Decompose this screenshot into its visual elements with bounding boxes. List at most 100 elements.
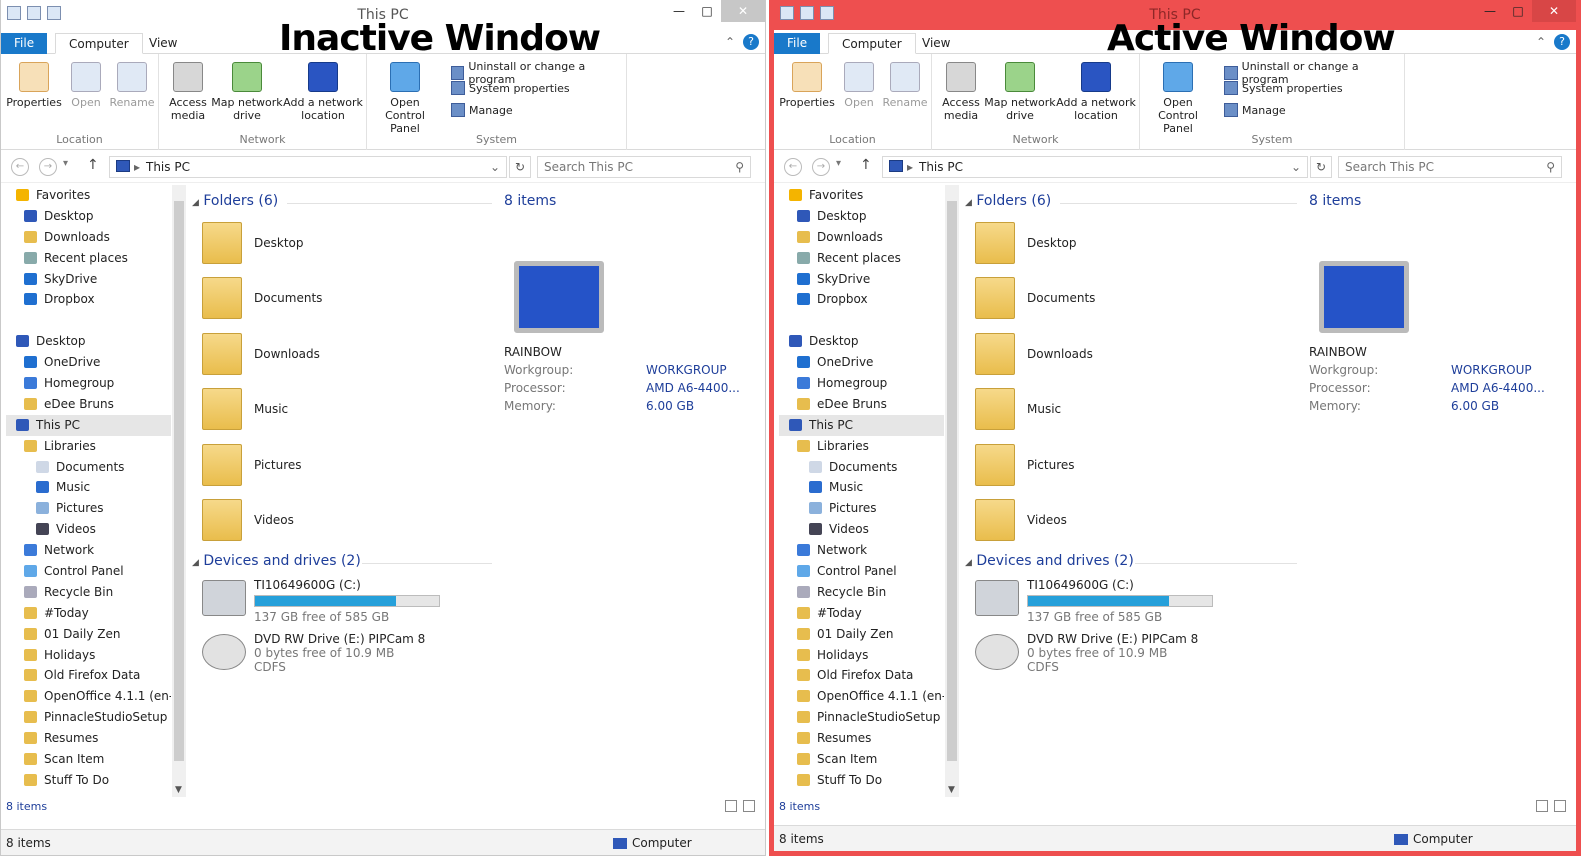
folders-section-header[interactable]: ◢ Folders (6)	[192, 193, 492, 209]
add-network-location-button[interactable]: Add a network location	[1056, 62, 1136, 122]
nav-item[interactable]: Downloads	[779, 227, 944, 248]
access-media-button[interactable]: Access media	[159, 62, 217, 122]
nav-item[interactable]: Old Firefox Data	[779, 665, 944, 686]
nav-item[interactable]: Documents	[6, 457, 171, 478]
open-control-panel-button[interactable]: Open Control Panel	[1142, 62, 1214, 135]
properties-button[interactable]: Properties	[778, 62, 836, 109]
nav-item[interactable]: #Today	[6, 603, 171, 624]
nav-item[interactable]: Recycle Bin	[779, 582, 944, 603]
nav-scrollbar[interactable]: ▼	[172, 185, 186, 797]
nav-item[interactable]: OneDrive	[779, 352, 944, 373]
nav-item[interactable]: SkyDrive	[779, 269, 944, 290]
nav-item[interactable]: Old Firefox Data	[6, 665, 171, 686]
folder-item[interactable]: Pictures	[975, 437, 1075, 492]
nav-item[interactable]: 01 Daily Zen	[779, 624, 944, 645]
navigation-pane[interactable]: Favorites Desktop Downloads Recent place…	[6, 185, 171, 797]
tab-view[interactable]: View	[136, 33, 190, 54]
nav-item[interactable]: SkyDrive	[6, 269, 171, 290]
back-button[interactable]: ←	[784, 158, 802, 176]
refresh-icon[interactable]: ↻	[509, 156, 531, 178]
close-button[interactable]: ✕	[721, 0, 765, 22]
open-control-panel-button[interactable]: Open Control Panel	[369, 62, 441, 135]
nav-item[interactable]: OneDrive	[6, 352, 171, 373]
nav-item[interactable]: Recent places	[6, 248, 171, 269]
details-view-icon[interactable]	[1536, 800, 1548, 812]
search-input[interactable]: Search This PC ⚲	[537, 156, 751, 178]
folder-item[interactable]: Documents	[975, 271, 1095, 326]
folder-item[interactable]: Music	[202, 382, 288, 437]
nav-item[interactable]: OpenOffice 4.1.1 (en-US)	[6, 686, 171, 707]
help-icon[interactable]: ?	[743, 34, 759, 50]
navigation-pane[interactable]: Favorites Desktop Downloads Recent place…	[779, 185, 944, 797]
nav-item[interactable]: Network	[779, 540, 944, 561]
nav-item[interactable]: eDee Bruns	[6, 394, 171, 415]
nav-item[interactable]: PinnacleStudioSetup	[779, 707, 944, 728]
nav-item[interactable]: Dropbox	[779, 289, 944, 310]
collapse-ribbon-icon[interactable]: ⌃	[1536, 35, 1546, 49]
tab-view[interactable]: View	[909, 33, 963, 54]
nav-item[interactable]: Resumes	[6, 728, 171, 749]
nav-item[interactable]: Recent places	[779, 248, 944, 269]
inactive-explorer-window[interactable]: This PC — □ ✕ Inactive Window File Compu…	[0, 0, 766, 856]
search-input[interactable]: Search This PC ⚲	[1338, 156, 1562, 178]
nav-item[interactable]: Scan Item	[6, 749, 171, 770]
nav-item[interactable]: Pictures	[6, 498, 171, 519]
tab-file[interactable]: File	[774, 33, 821, 54]
folder-item[interactable]: Videos	[975, 493, 1067, 548]
scroll-down-icon[interactable]: ▼	[948, 785, 955, 795]
nav-item[interactable]: #Today	[779, 603, 944, 624]
tab-file[interactable]: File	[1, 33, 48, 54]
up-arrow-icon[interactable]: ↑	[87, 157, 99, 173]
nav-item[interactable]: Homegroup	[779, 373, 944, 394]
nav-item[interactable]: Desktop	[779, 331, 944, 352]
manage-button[interactable]: Manage	[451, 103, 513, 117]
nav-item[interactable]: Pictures	[779, 498, 944, 519]
back-button[interactable]: ←	[11, 158, 29, 176]
nav-item[interactable]: Control Panel	[779, 561, 944, 582]
drives-section-header[interactable]: ◢ Devices and drives (2)	[965, 553, 1297, 569]
address-dropdown-icon[interactable]: ⌄	[490, 157, 500, 177]
recent-locations-icon[interactable]: ▾	[63, 158, 68, 169]
system-properties-button[interactable]: System properties	[1224, 81, 1343, 95]
nav-item[interactable]: Resumes	[779, 728, 944, 749]
nav-item[interactable]: Recycle Bin	[6, 582, 171, 603]
folder-item[interactable]: Desktop	[202, 215, 304, 270]
nav-item[interactable]: Downloads	[6, 227, 171, 248]
tab-computer[interactable]: Computer	[55, 33, 143, 54]
nav-item[interactable]: Homegroup	[6, 373, 171, 394]
details-view-icon[interactable]	[725, 800, 737, 812]
nav-item[interactable]: Dropbox	[6, 289, 171, 310]
folder-item[interactable]: Documents	[202, 271, 322, 326]
active-explorer-window[interactable]: This PC — □ ✕ Active Window File Compute…	[769, 0, 1581, 856]
folders-section-header[interactable]: ◢ Folders (6)	[965, 193, 1297, 209]
nav-item[interactable]: Favorites	[6, 185, 171, 206]
nav-item[interactable]: Music	[6, 477, 171, 498]
nav-item[interactable]: Control Panel	[6, 561, 171, 582]
nav-item[interactable]: Stuff To Do	[779, 770, 944, 791]
nav-item[interactable]: Libraries	[6, 436, 171, 457]
nav-item[interactable]: This PC	[779, 414, 944, 436]
large-icons-view-icon[interactable]	[743, 800, 755, 812]
nav-item[interactable]: Favorites	[779, 185, 944, 206]
folder-item[interactable]: Downloads	[202, 326, 320, 381]
large-icons-view-icon[interactable]	[1554, 800, 1566, 812]
nav-item[interactable]: Scan Item	[779, 749, 944, 770]
content-pane[interactable]: ◢ Folders (6) Desktop Documents Download…	[965, 185, 1297, 797]
nav-item[interactable]: PinnacleStudioSetup	[6, 707, 171, 728]
properties-button[interactable]: Properties	[5, 62, 63, 109]
nav-item[interactable]: Desktop	[779, 206, 944, 227]
nav-item[interactable]: This PC	[6, 414, 171, 436]
close-button[interactable]: ✕	[1532, 0, 1576, 22]
minimize-button[interactable]: —	[1476, 0, 1504, 22]
rename-button[interactable]: Rename	[103, 62, 161, 109]
nav-item[interactable]: Holidays	[6, 645, 171, 666]
help-icon[interactable]: ?	[1554, 34, 1570, 50]
forward-button[interactable]: →	[812, 158, 830, 176]
folder-item[interactable]: Music	[975, 382, 1061, 437]
nav-item[interactable]: eDee Bruns	[779, 394, 944, 415]
address-bar[interactable]: ▸ This PC ⌄	[882, 156, 1308, 178]
maximize-button[interactable]: □	[693, 0, 721, 22]
nav-item[interactable]: Libraries	[779, 436, 944, 457]
nav-item[interactable]: Videos	[779, 519, 944, 540]
add-network-location-button[interactable]: Add a network location	[283, 62, 363, 122]
